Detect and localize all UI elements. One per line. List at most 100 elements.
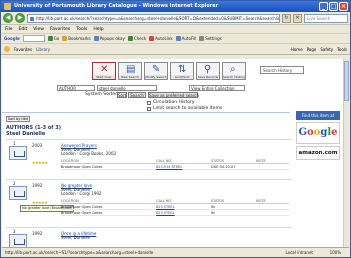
record-divider [6,139,292,140]
menu-bar: File Edit View Favorites Tools Help [1,25,350,34]
browser-window: University of Portsmouth Library Catalog… [0,0,351,258]
sort-by-title-button[interactable]: Sort by title [6,116,30,122]
menu-tools[interactable]: Tools [76,25,87,33]
status-bar: http://lib.port.ac.uk/search~S1/?searcht… [2,247,349,256]
close-button[interactable]: × [339,2,348,11]
google-toolbar: Google Go Bookmarks Popups okay Check Au… [1,34,350,44]
maximize-button[interactable]: □ [329,2,338,11]
table-row: Broadmoor Open Collec 823 STEEL IN [61,210,289,216]
cart-icon[interactable] [9,234,27,248]
record-publisher: London : Corgi 1992 [61,191,102,196]
modify-search-button[interactable]: ✎ Modify Search [144,62,168,80]
google-logo-link[interactable]: Google [296,122,340,144]
sort-button[interactable]: Sort [117,92,127,98]
sorted-label: System Sorted [85,92,119,97]
record-3: 3 1992 Once in a lifetime Steel, Daniell… [6,229,292,248]
call-number-link[interactable]: 823.914 STEEL [156,164,211,169]
search-query-input[interactable]: steel danielle [97,85,157,91]
stop-icon[interactable]: ✕ [293,13,302,23]
save-records-icon: ⚲ [204,64,212,75]
record-1: 1 2003 Answered Prayers Steel, Danielle … [6,141,292,177]
record-year: 1992 [32,231,43,236]
scope-select[interactable]: View Entire Collection [189,85,245,91]
security-zone: Local intranet [285,250,313,255]
search-field-select[interactable]: AUTHOR [57,85,95,91]
new-search-button[interactable]: ▤ New Search [118,62,142,80]
search-button[interactable]: Search [128,92,146,98]
google-check-button[interactable]: Check [127,36,146,41]
record-publisher: London : Corgi Books, 2003 [61,151,117,156]
google-autolink-button[interactable]: AutoLink [149,36,173,41]
menu-edit[interactable]: Edit [19,25,28,33]
record-year: 2003 [32,143,43,148]
cart-icon[interactable] [9,146,27,160]
status-text: http://lib.port.ac.uk/search~S1/?searcht… [5,250,154,255]
google-autofill-button[interactable]: AutoFill [175,36,196,41]
fav-library[interactable]: Library [36,47,50,52]
menu-file[interactable]: File [5,25,13,33]
new-search-icon: ▤ [126,64,136,75]
save-records-button[interactable]: ⚲ Save Records [196,62,220,80]
search-history-button[interactable]: ⌕ Search History [222,62,246,80]
catalogue-toolbar: ✕ Start Over ▤ New Search ✎ Modify Searc… [92,62,246,80]
google-toolbar-label: Google [4,36,20,41]
scrollbar-thumb[interactable] [344,61,349,101]
record-2: 2 1992 No greater love Steel, Danielle L… [6,181,292,225]
record-author: Steel, Danielle [61,235,91,240]
google-search-input[interactable] [22,35,45,42]
page-content: ✕ Start Over ▤ New Search ✎ Modify Searc… [2,59,349,248]
cart-icon[interactable] [9,186,27,200]
minimize-button[interactable]: _ [319,2,328,11]
limit-sort-icon: ⇅ [178,64,187,75]
author-name: Steel Danielle [6,131,46,137]
google-bookmarks-button[interactable]: Bookmarks [62,36,91,41]
fav-safety[interactable]: Safety [320,47,333,52]
menu-help[interactable]: Help [93,25,103,33]
fav-home[interactable]: Home [291,47,303,52]
menu-favorites[interactable]: Favorites [50,25,70,33]
back-button[interactable]: ◀ [3,13,13,23]
holdings-table: LOCATION CALL NO. STATUS NOTE Broadmoor Ope… [61,159,289,170]
live-search-input[interactable]: Live Search [304,13,348,23]
record-divider [6,227,292,228]
circulation-history-checkbox[interactable]: Circulation History [147,100,195,105]
zoom-level[interactable]: 100% [330,248,341,256]
header-divider [2,112,290,113]
find-item-label: Find this item at [296,111,340,120]
search-history-select[interactable]: Search History [260,66,304,74]
start-over-button[interactable]: ✕ Start Over [92,62,116,80]
address-row: ◀ ▶ http://lib.port.ac.uk/search/?search… [1,12,350,25]
table-row: Broadmoor Open Collec 823.914 STEEL DUE … [61,164,289,170]
forward-button[interactable]: ▶ [15,13,25,23]
start-over-icon: ✕ [100,64,109,75]
search-history-icon: ⌕ [230,64,236,75]
menu-view[interactable]: View [33,25,44,33]
rating-stars: ★★★★★ [32,160,48,165]
fav-tools[interactable]: Tools [337,47,347,52]
fav-page[interactable]: Page [307,47,317,52]
record-year: 1992 [32,183,43,188]
holdings-table: LOCATION CALL NO. STATUS NOTE Broadmoor Ope… [61,199,289,216]
call-number-link[interactable]: 823 STEEL [156,210,211,215]
favorites-bar: Favorites Library Home Page Safety Tools [1,44,350,55]
ie-icon [4,3,11,10]
vertical-scrollbar[interactable] [343,59,349,248]
refresh-icon[interactable]: ↻ [282,13,291,23]
google-popups-button[interactable]: Popups okay [93,36,125,41]
modify-search-icon: ✎ [152,64,161,75]
save-preferred-search-button[interactable]: Save as preferred search [148,92,199,98]
favorites-star-icon[interactable] [4,46,10,52]
google-settings-button[interactable]: Settings [199,36,222,41]
google-go-button[interactable]: Go [47,36,59,41]
window-controls: _ □ × [319,2,348,11]
call-number-link[interactable]: 823 STEEL [156,204,211,209]
fav-favorites[interactable]: Favorites [14,47,32,52]
find-elsewhere-sidebar: Find this item at Google amazon.com [296,111,340,160]
address-bar[interactable]: http://lib.port.ac.uk/search/?searchtype… [27,13,280,23]
limit-sort-button[interactable]: ⇅ Limit/Sort [170,62,194,80]
title-bar: University of Portsmouth Library Catalog… [1,1,350,12]
amazon-link[interactable]: amazon.com [296,146,340,160]
limit-available-checkbox[interactable]: Limit search to available items [147,106,222,111]
record-divider [6,179,292,180]
window-title: University of Portsmouth Library Catalog… [14,3,219,9]
